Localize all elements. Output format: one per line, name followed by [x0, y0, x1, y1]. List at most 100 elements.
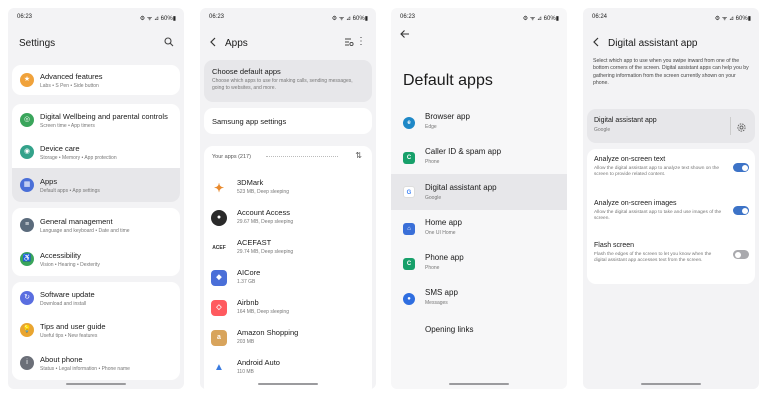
digital-assistant-selector[interactable]: Digital assistant app Google — [587, 109, 755, 143]
settings-item-about-phone[interactable]: i About phone Status • Legal information… — [12, 346, 180, 380]
more-options-icon[interactable]: ⋮ — [356, 36, 366, 47]
settings-item-accessibility[interactable]: ♿ Accessibility Vision • Hearing • Dexte… — [12, 242, 180, 276]
gesture-bar[interactable] — [66, 383, 126, 385]
settings-item-sub: Download and install — [40, 301, 87, 307]
default-row-value: Phone — [425, 159, 440, 165]
settings-item-title: General management — [40, 217, 113, 226]
toggle-row-flash-screen[interactable]: Flash screen Flash the edges of the scre… — [587, 235, 755, 284]
choose-default-desc: Choose which apps to use for making call… — [212, 78, 353, 91]
settings-item-title: Device care — [40, 144, 80, 153]
status-time: 06:23 — [400, 14, 416, 20]
back-icon[interactable] — [209, 37, 217, 50]
default-row-title: Opening links — [425, 325, 474, 334]
default-row-value: Phone — [425, 265, 440, 271]
settings-item-sub: Storage • Memory • App protection — [40, 155, 117, 161]
app-meta: 203 MB — [237, 339, 255, 345]
settings-item-sub: Useful tips • New features — [40, 333, 98, 339]
settings-item-sub: Status • Legal information • Phone name — [40, 366, 130, 372]
toggle-row-analyze-images[interactable]: Analyze on-screen images Allow the digit… — [587, 193, 755, 235]
divider — [266, 156, 338, 157]
settings-item-title: Advanced features — [40, 72, 103, 81]
account-access-icon: ● — [211, 210, 227, 226]
samsung-app-settings[interactable]: Samsung app settings — [204, 108, 372, 134]
page-title: Default apps — [403, 72, 493, 89]
settings-item-sub: Language and keyboard • Date and time — [40, 228, 130, 234]
android-auto-icon: ▲ — [211, 360, 227, 376]
settings-item-title: Apps — [40, 177, 58, 186]
device-care-icon: ◉ — [20, 145, 34, 159]
airbnb-icon: ◇ — [211, 300, 227, 316]
gear-icon[interactable] — [736, 120, 747, 138]
default-row-title: Digital assistant app — [425, 183, 497, 192]
gesture-bar[interactable] — [641, 383, 701, 385]
wellbeing-icon: ◎ — [20, 113, 34, 127]
settings-item-sub: Labs • S Pen • Side button — [40, 83, 99, 89]
app-name: Account Access — [237, 208, 290, 217]
settings-group-1: ★ Advanced features Labs • S Pen • Side … — [12, 65, 180, 95]
settings-item-digital-wellbeing[interactable]: ◎ Digital Wellbeing and parental control… — [12, 104, 180, 136]
settings-item-title: Tips and user guide — [40, 322, 106, 331]
gesture-bar[interactable] — [258, 383, 318, 385]
back-icon[interactable] — [592, 37, 600, 50]
settings-item-sub: Vision • Hearing • Dexterity — [40, 262, 100, 268]
page-title: Apps — [225, 38, 248, 49]
aicore-icon: ◆ — [211, 270, 227, 286]
flash-screen-toggle[interactable] — [733, 250, 749, 259]
default-row-value: Messages — [425, 300, 448, 306]
app-meta: 523 MB, Deep sleeping — [237, 189, 289, 195]
toggle-desc: Allow the digital assistant app to take … — [594, 210, 722, 222]
settings-item-sub: Screen time • App timers — [40, 123, 95, 129]
settings-item-software-update[interactable]: ↻ Software update Download and install — [12, 282, 180, 314]
toggle-desc: Flash the edges of the screen to let you… — [594, 252, 712, 264]
settings-item-title: Digital Wellbeing and parental controls — [40, 112, 168, 121]
default-row-digital-assistant[interactable]: G Digital assistant app Google — [391, 174, 567, 210]
sliders-icon: ≡ — [20, 218, 34, 232]
status-bar: 06:23 ⚙ ᯤ ⊿ 60%▮ — [8, 8, 184, 26]
status-time: 06:23 — [17, 14, 33, 20]
settings-item-title: About phone — [40, 355, 83, 364]
choose-default-apps[interactable]: Choose default apps Choose which apps to… — [204, 60, 372, 102]
settings-item-apps[interactable]: ▦ Apps Default apps • App settings — [12, 168, 180, 202]
toggle-row-analyze-text[interactable]: Analyze on-screen text Allow the digital… — [587, 149, 755, 193]
default-row-value: Google — [425, 195, 442, 201]
google-icon: G — [403, 186, 415, 198]
default-row-title: Caller ID & spam app — [425, 147, 502, 156]
your-apps-count: Your apps (217) — [212, 154, 251, 160]
toggle-title: Analyze on-screen images — [594, 200, 677, 207]
default-row-value: One UI Home — [425, 230, 456, 236]
default-apps-screen: 06:23 ⚙ ᯤ ⊿ 60%▮ Default apps e Browser … — [391, 8, 567, 389]
star-icon: ★ — [20, 73, 34, 87]
filter-list-icon[interactable] — [344, 37, 354, 49]
default-row-title: SMS app — [425, 288, 458, 297]
gesture-bar[interactable] — [449, 383, 509, 385]
settings-group-4: ↻ Software update Download and install 💡… — [12, 282, 180, 380]
apps-screen: 06:23 ⚙ ᯤ ⊿ 60%▮ Apps ⋮ Choose default a… — [200, 8, 376, 389]
status-icons: ⚙ ᯤ ⊿ 60%▮ — [139, 16, 176, 22]
settings-group-2: ◎ Digital Wellbeing and parental control… — [12, 104, 180, 202]
settings-item-advanced-features[interactable]: ★ Advanced features Labs • S Pen • Side … — [12, 65, 180, 95]
update-icon: ↻ — [20, 291, 34, 305]
acefast-icon: ACEF — [211, 240, 227, 256]
settings-screen: 06:23 ⚙ ᯤ ⊿ 60%▮ Settings ★ Advanced fea… — [8, 8, 184, 389]
analyze-text-toggle[interactable] — [733, 163, 749, 172]
search-icon[interactable] — [164, 37, 174, 50]
status-bar: 06:24 ⚙ ᯤ ⊿ 60%▮ — [583, 8, 759, 26]
settings-item-general-management[interactable]: ≡ General management Language and keyboa… — [12, 208, 180, 242]
tips-icon: 💡 — [20, 323, 34, 337]
settings-item-tips[interactable]: 💡 Tips and user guide Useful tips • New … — [12, 314, 180, 346]
back-arrow-icon[interactable] — [400, 29, 410, 42]
status-icons: ⚙ ᯤ ⊿ 60%▮ — [331, 16, 368, 22]
settings-item-device-care[interactable]: ◉ Device care Storage • Memory • App pro… — [12, 136, 180, 168]
app-meta: 29.67 MB, Deep sleeping — [237, 219, 294, 225]
accessibility-icon: ♿ — [20, 252, 34, 266]
analyze-images-toggle[interactable] — [733, 206, 749, 215]
status-time: 06:24 — [592, 14, 608, 20]
settings-item-title: Software update — [40, 290, 95, 299]
status-icons: ⚙ ᯤ ⊿ 60%▮ — [714, 16, 751, 22]
info-icon: i — [20, 356, 34, 370]
sort-icon[interactable]: ⇅ — [355, 151, 362, 160]
choose-default-title: Choose default apps — [212, 67, 281, 76]
app-name: AICore — [237, 268, 261, 277]
status-bar: 06:23 ⚙ ᯤ ⊿ 60%▮ — [391, 8, 567, 26]
selector-title: Digital assistant app — [594, 117, 657, 124]
